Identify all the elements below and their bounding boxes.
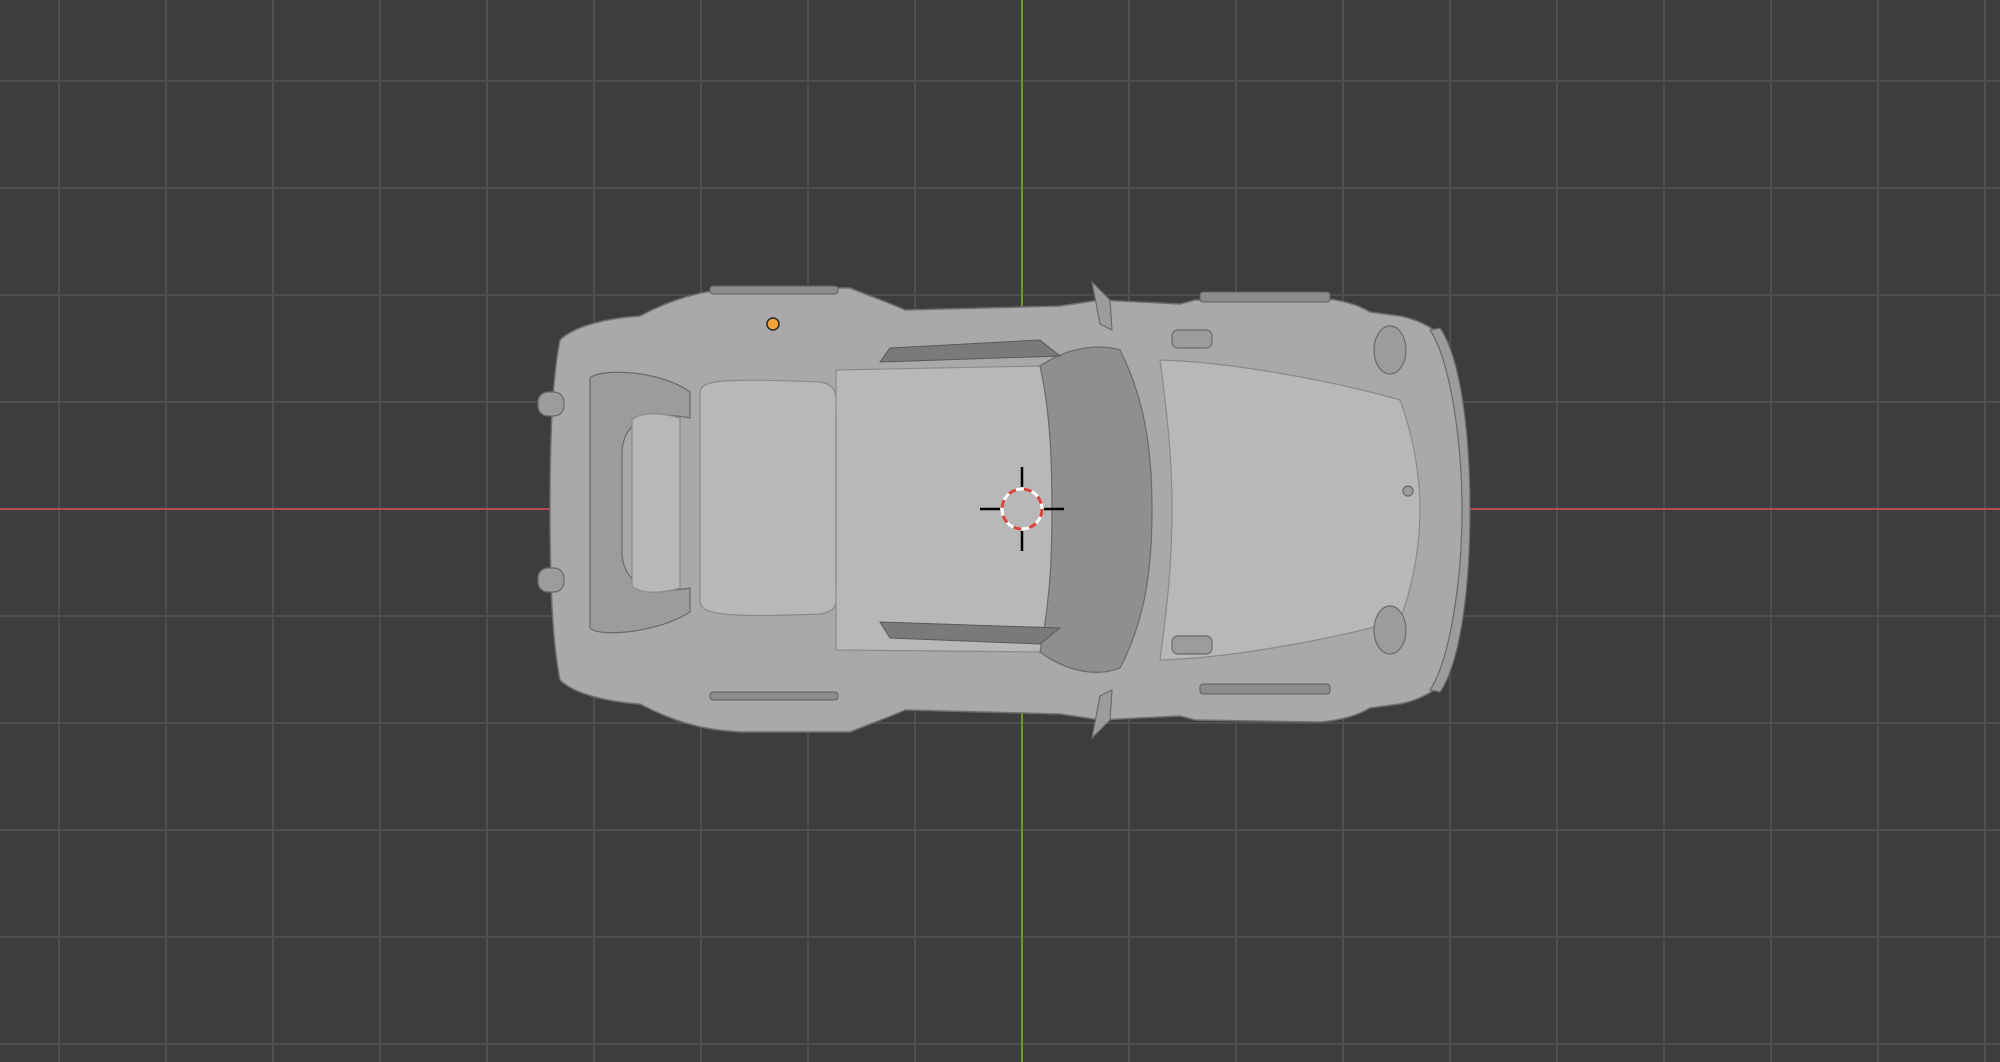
headlight-top <box>1373 325 1407 375</box>
roof <box>835 365 1053 653</box>
wheel-front-bottom <box>1199 683 1331 695</box>
3d-viewport[interactable] <box>0 0 2000 1062</box>
rear-exhaust-right <box>537 567 565 593</box>
rear-exhaust-left <box>537 391 565 417</box>
rear-spoiler-inner <box>631 413 681 593</box>
car-model[interactable] <box>537 280 1471 740</box>
viewport-canvas[interactable] <box>0 0 2000 1062</box>
engine-lid <box>699 379 838 617</box>
fuel-cap-bottom <box>1171 635 1213 655</box>
object-origin-dot-icon[interactable] <box>766 317 780 331</box>
fuel-cap-top <box>1171 329 1213 349</box>
hood-badge <box>1402 485 1414 497</box>
headlight-bottom <box>1373 605 1407 655</box>
wheel-rear-top <box>709 285 839 295</box>
wheel-rear-bottom <box>709 691 839 701</box>
wheel-front-top <box>1199 291 1331 303</box>
